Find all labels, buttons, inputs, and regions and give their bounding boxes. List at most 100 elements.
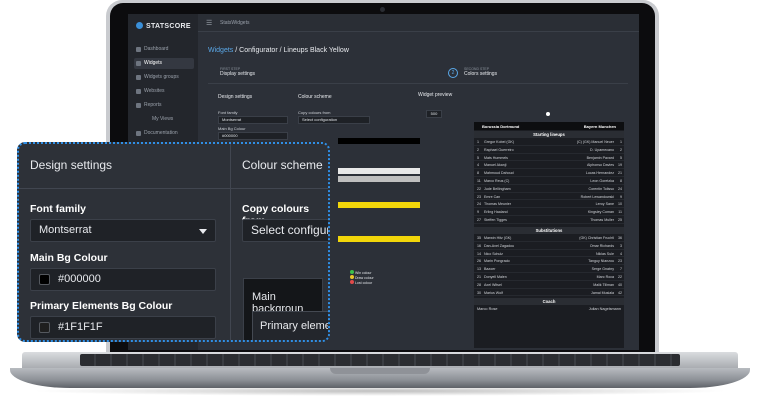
- lineup-row: 1 Gregor Kobel (GK) (C) (GK) Manuel Neuer 1: [474, 139, 624, 146]
- away-player-number: 5: [620, 155, 622, 160]
- preview-primary-box: Primary eleme: [252, 311, 328, 340]
- stripe-grey: [338, 176, 420, 182]
- logo[interactable]: STATSCORE: [136, 22, 191, 30]
- away-player-name: Marc Roca: [596, 275, 614, 279]
- lineup-row: 27 Steffen Tigges Thomas Muller 25: [474, 217, 624, 224]
- step-display-settings[interactable]: FIRST STEP Display settings: [220, 67, 255, 77]
- divider: [230, 144, 231, 340]
- home-player-name: Gregor Kobel (GK): [484, 140, 514, 144]
- lineup-row: 24 Thomas Meunier Leroy Sane 10: [474, 201, 624, 209]
- away-player-number: 7: [620, 267, 622, 272]
- width-input[interactable]: 500: [426, 110, 442, 118]
- away-player-number: 40: [618, 282, 622, 287]
- sidebar-item-widgets-groups[interactable]: Widgets groups: [134, 72, 194, 83]
- logo-text: STATSCORE: [146, 23, 191, 30]
- home-player-name: Dan-Axel Zagadou: [484, 243, 514, 248]
- lineup-row: 11 Marco Reus (C) Leon Goretzka 8: [474, 178, 624, 185]
- sidebar-item-documentation[interactable]: Documentation: [134, 128, 194, 139]
- menu-icon[interactable]: ☰: [206, 19, 212, 27]
- design-settings-heading: Design settings: [218, 94, 253, 100]
- lineup-widget: Borussia Dortmund Bayern Munchen Startin…: [474, 122, 624, 348]
- away-player-number: 9: [620, 194, 622, 199]
- chevron-down-icon: [199, 229, 207, 234]
- widget-preview-heading: Widget preview: [418, 92, 453, 98]
- away-player-number: 36: [618, 236, 622, 240]
- home-player-name: Marwin Hitz (GK): [484, 236, 512, 240]
- home-player-name: Jude Bellingham: [484, 186, 511, 191]
- starting-lineups-heading: Starting lineups: [474, 131, 624, 138]
- sidebar-item-reports[interactable]: Reports: [134, 100, 194, 111]
- substitutions-heading: Substitutions: [474, 227, 624, 234]
- laptop-notch: [330, 368, 430, 374]
- away-player-name: Malik Tillman: [593, 282, 614, 287]
- websites-icon: [136, 89, 141, 94]
- divider: [19, 188, 328, 189]
- step-colors-settings[interactable]: SECOND STEP Colors settings: [464, 67, 497, 77]
- copy-colours-select[interactable]: Select configuration: [298, 116, 370, 124]
- main-bg-colour-label: Main Bg Colour: [30, 252, 108, 264]
- breadcrumb-widgets-link[interactable]: Widgets: [208, 47, 233, 54]
- lineup-row: 14 Nico Schulz Niklas Sule 4: [474, 251, 624, 258]
- primary-elements-bg-value: #1F1F1F: [58, 321, 103, 333]
- away-player-name: Leon Goretzka: [590, 179, 614, 183]
- font-family-select[interactable]: Montserrat: [30, 219, 216, 242]
- zoomed-settings-panel: Design settings Colour scheme Font famil…: [17, 142, 330, 342]
- away-player-number: 21: [618, 171, 622, 176]
- sidebar-item-label: Websites: [144, 88, 165, 94]
- keyboard: [80, 354, 680, 366]
- stripe-yellow: [338, 202, 420, 208]
- away-player-name: Thomas Muller: [590, 218, 614, 222]
- lineup-row: 28 Axel Witsel Malik Tillman 40: [474, 282, 624, 289]
- draw-dot-icon: [350, 275, 354, 279]
- win-dot-icon: [350, 270, 354, 274]
- away-player-name: (C) (GK) Manuel Neuer: [576, 140, 614, 144]
- top-account-name[interactable]: StatsWidgets: [220, 20, 249, 26]
- away-player-number: 19: [618, 163, 622, 168]
- reports-icon: [136, 103, 141, 108]
- colour-swatch[interactable]: [39, 322, 50, 333]
- home-player-name: Bazoer: [484, 267, 496, 272]
- away-player-number: 2: [620, 147, 622, 152]
- away-player-number: 11: [618, 210, 622, 215]
- main-bg-colour-input[interactable]: #000000: [30, 268, 216, 291]
- colour-swatch[interactable]: [39, 274, 50, 285]
- widgets-groups-icon: [136, 75, 141, 80]
- away-player-name: Tanguy Nianzou: [588, 259, 614, 264]
- camera-icon: [380, 7, 385, 12]
- away-player-name: Benjamin Pavard: [586, 155, 614, 160]
- lineup-row: 5 Mats Hummels Benjamin Pavard 5: [474, 155, 624, 162]
- away-coach: Julian Nagelsmann: [588, 307, 621, 311]
- step-bar: FIRST STEP Display settings 2 SECOND STEP…: [208, 64, 628, 84]
- copy-colours-select[interactable]: Select configura: [242, 219, 328, 242]
- home-player-name: Mahmoud Dahoud: [484, 171, 514, 176]
- away-player-number: 23: [618, 259, 622, 264]
- lineup-header: Borussia Dortmund Bayern Munchen: [474, 122, 624, 130]
- away-player-number: 22: [618, 275, 622, 279]
- main-bg-input[interactable]: #000000: [218, 132, 288, 140]
- lineup-row: 21 Donyell Malen Marc Roca 22: [474, 274, 624, 281]
- breadcrumb: Widgets / Configurator / Lineups Black Y…: [208, 47, 349, 54]
- sidebar-item-dashboard[interactable]: Dashboard: [134, 44, 194, 55]
- main-bg-colour-value: #000000: [58, 273, 101, 285]
- away-player-name: D. Upamecano: [590, 147, 614, 152]
- copy-colours-label: Copy colours from: [298, 110, 331, 115]
- preview-handle[interactable]: [546, 112, 550, 116]
- away-player-number: 8: [620, 179, 622, 183]
- lineup-row: 8 Mahmoud Dahoud Lucas Hernandez 21: [474, 170, 624, 178]
- primary-elements-bg-input[interactable]: #1F1F1F: [30, 316, 216, 339]
- sidebar-item-my-views[interactable]: My Views: [142, 114, 194, 125]
- away-player-name: Omar Richards: [589, 243, 614, 248]
- lineup-row: 16 Dan-Axel Zagadou Omar Richards 3: [474, 243, 624, 250]
- colour-preview-box: Main backgroun Primary eleme: [243, 278, 328, 340]
- home-player-name: Raphael Guerreiro: [484, 147, 514, 152]
- colour-scheme-heading: Colour scheme: [298, 94, 332, 100]
- font-family-select[interactable]: Montserrat: [218, 116, 288, 124]
- legend-lost-label: Lost colour: [354, 281, 373, 285]
- away-player-name: Corentin Tolisso: [588, 186, 614, 191]
- step-number: 2: [448, 68, 458, 78]
- sidebar-item-label: Dashboard: [144, 46, 169, 52]
- away-player-name: Serge Gnabry: [591, 267, 614, 272]
- dashboard-icon: [136, 47, 141, 52]
- sidebar-item-widgets[interactable]: Widgets: [134, 58, 194, 69]
- sidebar-item-websites[interactable]: Websites: [134, 86, 194, 97]
